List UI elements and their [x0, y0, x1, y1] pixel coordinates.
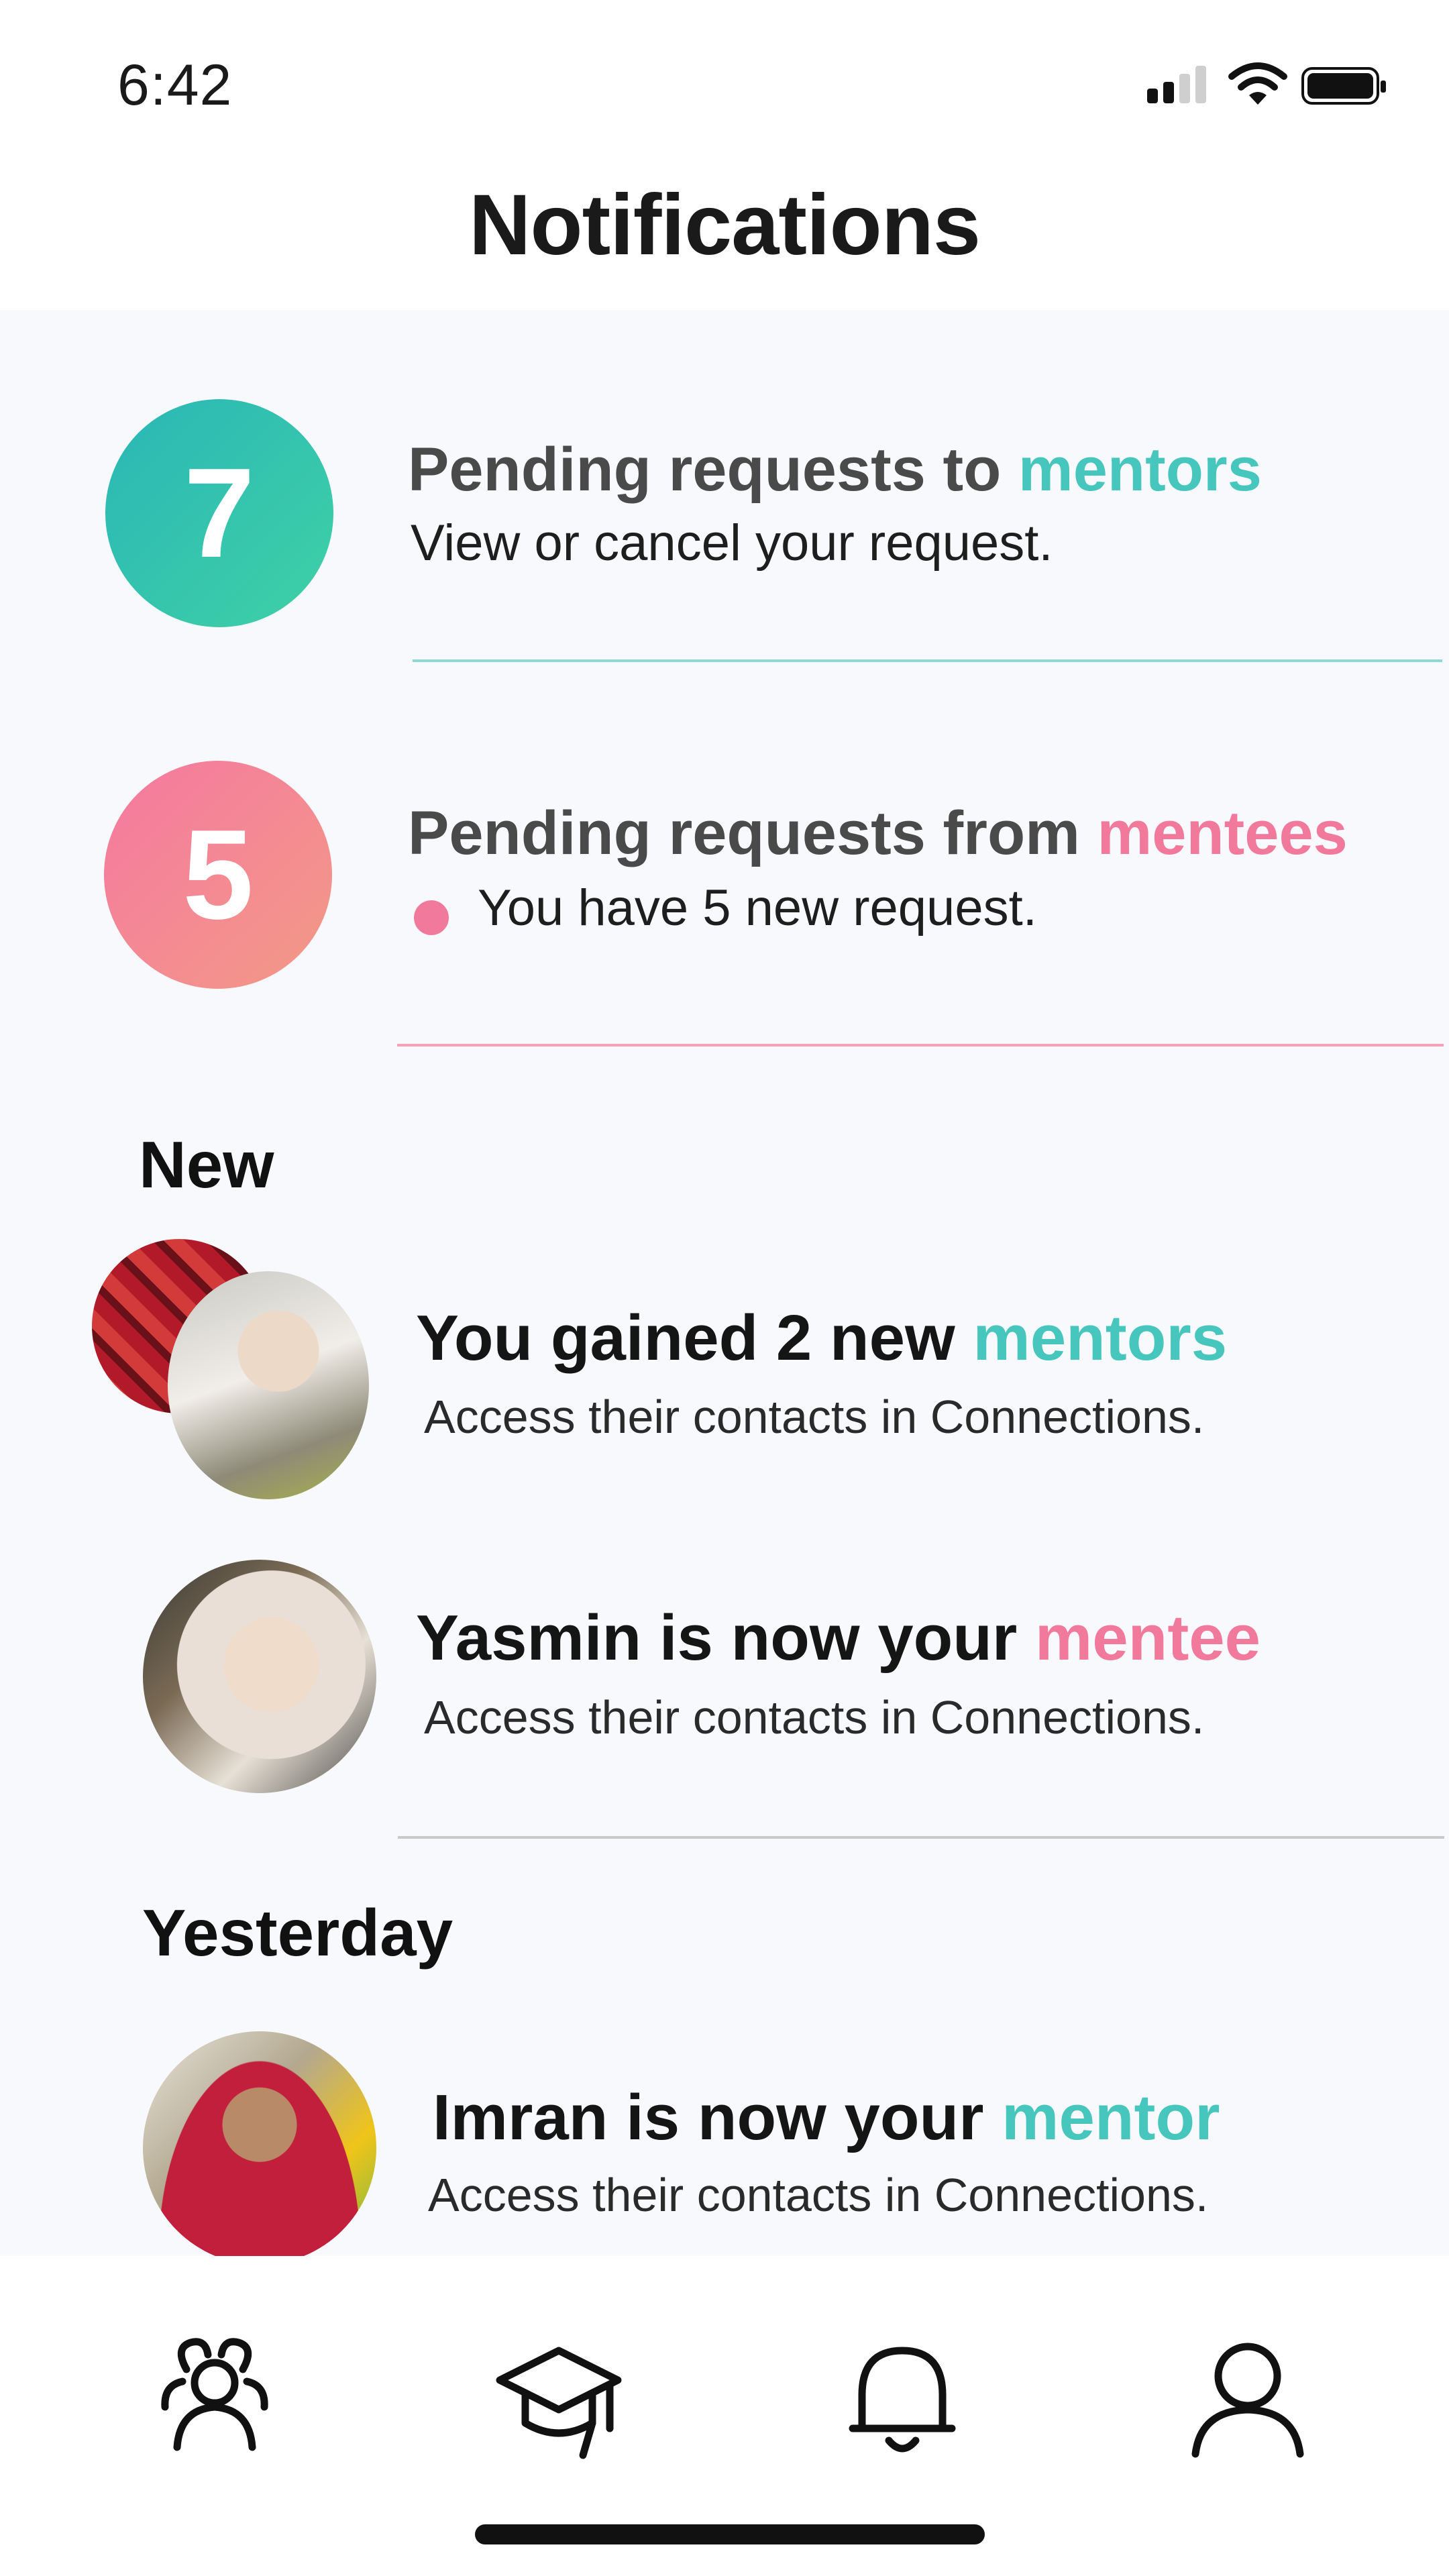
pending-mentors-count-badge[interactable]: 7 [105, 399, 333, 627]
notification-title-text: You gained 2 new [416, 1302, 973, 1374]
home-indicator[interactable] [475, 2524, 985, 2544]
pending-mentors-highlight: mentors [1018, 435, 1262, 504]
notification-highlight: mentors [973, 1302, 1228, 1374]
pending-mentees-title[interactable]: Pending requests from mentees [408, 798, 1348, 869]
divider [413, 659, 1442, 662]
cellular-signal-icon [1147, 66, 1206, 103]
notification-subtitle: Access their contacts in Connections. [428, 2169, 1209, 2221]
notification-title-text: Yasmin is now your [416, 1602, 1035, 1674]
people-icon [161, 2338, 268, 2451]
notification-title-text: Imran is now your [433, 2082, 1002, 2153]
divider [398, 1836, 1444, 1839]
tab-learning[interactable] [482, 2328, 636, 2462]
wifi-icon [1228, 62, 1287, 105]
pending-mentees-count-badge[interactable]: 5 [104, 761, 332, 989]
notification-title[interactable]: You gained 2 new mentors [416, 1301, 1227, 1375]
section-heading-new: New [139, 1128, 274, 1201]
notification-subtitle: Access their contacts in Connections. [424, 1391, 1205, 1443]
avatar[interactable] [143, 2031, 376, 2265]
pending-mentors-title[interactable]: Pending requests to mentors [408, 435, 1262, 505]
tab-notifications[interactable] [825, 2328, 979, 2462]
tab-connections[interactable] [138, 2328, 292, 2462]
unread-dot-icon [414, 900, 449, 935]
graduation-cap-icon [496, 2347, 622, 2459]
pending-mentees-highlight: mentees [1097, 799, 1348, 867]
notification-highlight: mentor [1002, 2082, 1220, 2153]
notification-title[interactable]: Imran is now your mentor [433, 2081, 1220, 2155]
pending-mentors-title-text: Pending requests to [408, 435, 1018, 504]
battery-icon [1301, 67, 1386, 105]
avatar[interactable] [143, 1560, 376, 1793]
status-time: 6:42 [117, 53, 233, 117]
pending-mentees-title-text: Pending requests from [408, 799, 1097, 867]
avatar[interactable] [168, 1271, 369, 1499]
section-heading-yesterday: Yesterday [142, 1896, 453, 1970]
notification-highlight: mentee [1034, 1602, 1261, 1674]
tab-profile[interactable] [1171, 2328, 1325, 2462]
pending-mentees-subtitle: You have 5 new request. [478, 879, 1037, 936]
profile-icon [1191, 2343, 1304, 2458]
divider [397, 1044, 1444, 1046]
pending-mentors-subtitle: View or cancel your request. [411, 515, 1053, 572]
notification-title[interactable]: Yasmin is now your mentee [416, 1601, 1260, 1675]
bell-icon [849, 2347, 956, 2453]
page-title: Notifications [468, 177, 981, 273]
notification-subtitle: Access their contacts in Connections. [424, 1691, 1205, 1743]
